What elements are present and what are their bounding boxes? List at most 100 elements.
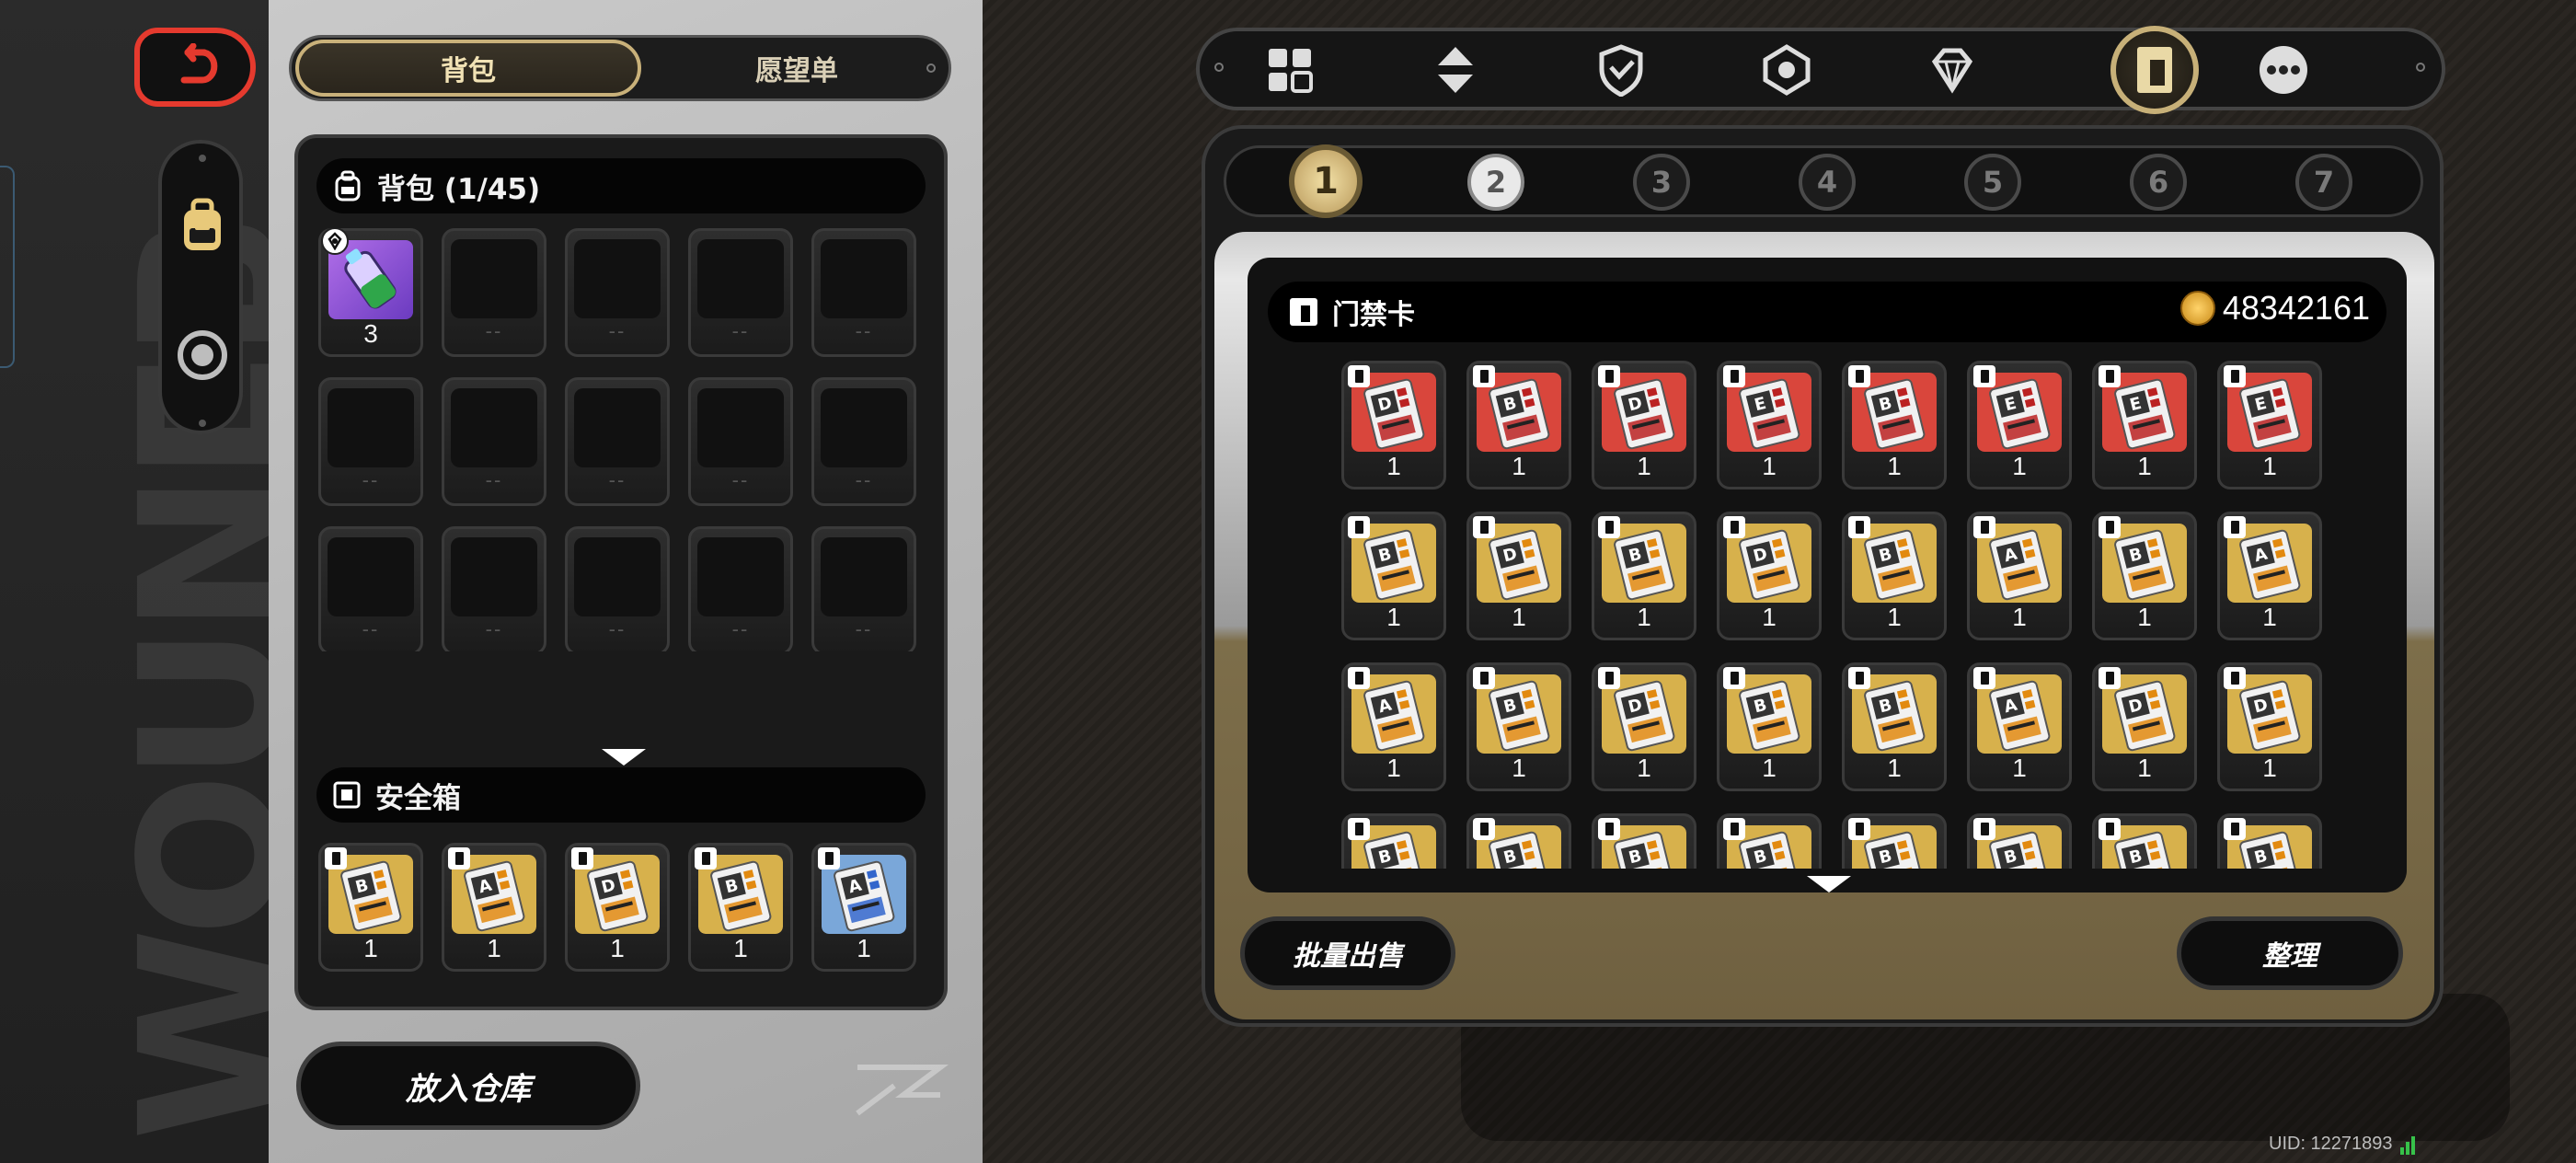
empty-slot-well <box>821 537 907 616</box>
category-button-keycard[interactable] <box>2110 26 2199 114</box>
page-tab-3[interactable]: 3 <box>1633 154 1690 211</box>
backpack-title: 背包 (1/45) <box>377 172 541 206</box>
keycard-slot[interactable]: B 1 <box>1341 512 1446 640</box>
keycard-slot[interactable]: A 1 <box>1967 662 2072 791</box>
keycard-slot[interactable]: D 1 <box>2092 662 2197 791</box>
gear-icon <box>1763 44 1811 96</box>
backpack-slot-empty[interactable]: -- <box>811 377 916 506</box>
keycard-slot[interactable]: B 1 <box>1592 512 1696 640</box>
keycard-slot[interactable]: D 1 <box>2217 662 2322 791</box>
side-tab-backpack[interactable] <box>173 197 232 256</box>
keycard-slot[interactable]: B 1 <box>1717 662 1822 791</box>
keycard-slot[interactable]: B <box>1466 813 1571 869</box>
keycard-slot[interactable]: D 1 <box>565 843 670 972</box>
category-button-gear[interactable] <box>1752 35 1822 105</box>
backpack-slot-filled[interactable]: 3 <box>318 228 423 357</box>
keycard-slot[interactable]: B 1 <box>2092 512 2197 640</box>
backpack-slot-empty[interactable]: -- <box>688 526 793 651</box>
backpack-slot-empty[interactable]: -- <box>688 377 793 506</box>
back-arrow-icon <box>180 43 218 84</box>
keycard-slot[interactable]: B 1 <box>1466 361 1571 489</box>
backpack-slot-empty[interactable]: -- <box>811 526 916 651</box>
sort-button[interactable]: 整理 <box>2177 916 2403 990</box>
backpack-slot-empty[interactable]: -- <box>565 228 670 357</box>
more-icon <box>2260 46 2307 94</box>
backpack-slot-empty[interactable]: -- <box>688 228 793 357</box>
keycard-slot[interactable]: B <box>1341 813 1446 869</box>
category-button-arrows[interactable] <box>1420 35 1490 105</box>
keycard-slot[interactable]: B <box>1592 813 1696 869</box>
keycard-slot[interactable]: D 1 <box>1341 361 1446 489</box>
page-tab-2[interactable]: 2 <box>1467 154 1524 211</box>
tab-wishlist[interactable]: 愿望单 <box>645 40 949 97</box>
tab-group-dot <box>199 155 206 162</box>
category-button-more[interactable] <box>2248 35 2318 105</box>
empty-slot-well <box>328 537 414 616</box>
backpack-slot-empty[interactable]: -- <box>811 228 916 357</box>
backpack-slot-empty[interactable]: -- <box>318 377 423 506</box>
arrows-icon <box>1438 47 1473 93</box>
keycard-slot[interactable]: A 1 <box>811 843 916 972</box>
keycard-slot[interactable]: E 1 <box>2217 361 2322 489</box>
empty-slot-well <box>697 537 784 616</box>
safebox-header: 安全箱 <box>316 767 926 823</box>
brand-logo-icon <box>856 1065 949 1116</box>
keycard-slot[interactable]: B <box>1967 813 2072 869</box>
keycard-slot[interactable]: A 1 <box>1967 512 2072 640</box>
keycard-slot[interactable]: B 1 <box>688 843 793 972</box>
page-tab-4[interactable]: 4 <box>1799 154 1856 211</box>
side-tab-group <box>158 140 243 434</box>
keycard-slot[interactable]: B <box>1842 813 1947 869</box>
page-tab-1[interactable]: 1 <box>1289 144 1363 218</box>
item-count: 1 <box>363 934 378 962</box>
keycard-slot[interactable]: A 1 <box>1341 662 1446 791</box>
keycard-type-icon <box>1973 667 1995 689</box>
backpack-slot-empty[interactable]: -- <box>565 377 670 506</box>
keycard-slot[interactable]: B <box>1717 813 1822 869</box>
keycard-slot[interactable]: A 1 <box>442 843 546 972</box>
page-tab-6[interactable]: 6 <box>2130 154 2187 211</box>
keycard-slot[interactable]: E 1 <box>2092 361 2197 489</box>
keycard-slot[interactable]: B <box>2092 813 2197 869</box>
empty-slot-count: -- <box>855 468 873 491</box>
backpack-slot-empty[interactable]: -- <box>318 526 423 651</box>
category-button-grid[interactable] <box>1255 35 1325 105</box>
category-button-shield[interactable] <box>1586 35 1656 105</box>
keycard-slot[interactable]: B 1 <box>1466 662 1571 791</box>
shield-icon <box>1599 44 1643 97</box>
keycard-slot[interactable]: E 1 <box>1967 361 2072 489</box>
backpack-slot-empty[interactable]: -- <box>442 377 546 506</box>
uid-display: UID: 12271893 <box>2269 1134 2417 1155</box>
bulk-sell-button[interactable]: 批量出售 <box>1240 916 1455 990</box>
keycard-slot[interactable]: D 1 <box>1466 512 1571 640</box>
keycard-slot[interactable]: B 1 <box>1842 512 1947 640</box>
page-number-tabs: 1 2 3 4 5 6 7 <box>1224 144 2423 218</box>
scroll-down-arrow-icon[interactable] <box>1807 876 1851 892</box>
back-button[interactable] <box>134 28 256 107</box>
side-tab-profile[interactable] <box>173 326 232 385</box>
keycard-slot[interactable]: B 1 <box>1842 662 1947 791</box>
keycard-slot[interactable]: B 1 <box>1842 361 1947 489</box>
keycard-slot[interactable]: D 1 <box>1592 361 1696 489</box>
backpack-container: 背包 (1/45) 3 -- -- -- -- -- -- -- -- -- -… <box>294 134 948 1010</box>
tab-backpack[interactable]: 背包 <box>295 40 641 97</box>
page-tab-5[interactable]: 5 <box>1964 154 2021 211</box>
keycard-slot[interactable]: E 1 <box>1717 361 1822 489</box>
keycard-type-icon <box>571 847 593 869</box>
empty-slot-count: -- <box>485 468 503 491</box>
keycard-slot[interactable]: D 1 <box>1717 512 1822 640</box>
backpack-slot-empty[interactable]: -- <box>442 526 546 651</box>
keycard-slot[interactable]: A 1 <box>2217 512 2322 640</box>
page-tab-7[interactable]: 7 <box>2295 154 2352 211</box>
keycard-slot[interactable]: B 1 <box>318 843 423 972</box>
tab-bar-dot <box>926 63 936 73</box>
category-button-diamond[interactable] <box>1917 35 1987 105</box>
backpack-slot-empty[interactable]: -- <box>565 526 670 651</box>
keycard-slot[interactable]: D 1 <box>1592 662 1696 791</box>
keycard-slot[interactable]: B <box>2217 813 2322 869</box>
scroll-down-arrow-icon[interactable] <box>602 749 646 766</box>
store-to-warehouse-button[interactable]: 放入仓库 <box>296 1042 640 1130</box>
item-count: 1 <box>1512 754 1526 782</box>
backpack-slot-empty[interactable]: -- <box>442 228 546 357</box>
item-count: 1 <box>1512 452 1526 480</box>
